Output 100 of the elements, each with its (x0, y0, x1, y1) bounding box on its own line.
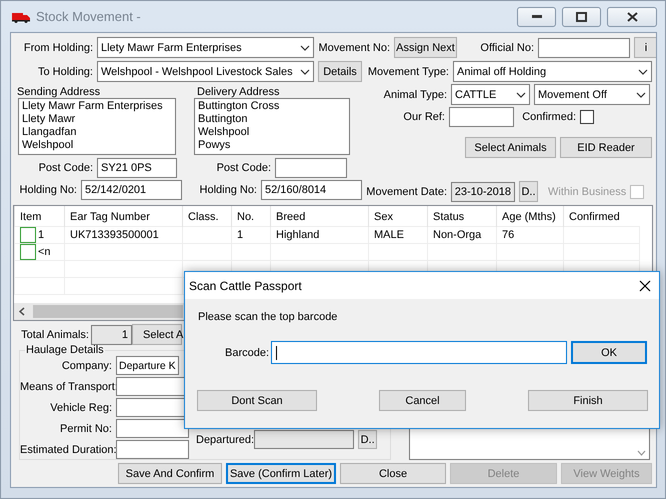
details-button[interactable]: Details (318, 61, 362, 82)
animal-type-dropdown[interactable]: CATTLE (451, 84, 530, 105)
table-cell: UK713393500001 (64, 226, 182, 243)
item-number: <n (38, 246, 51, 258)
action-button[interactable]: Save And Confirm (118, 463, 222, 484)
dialog-button[interactable]: Dont Scan (197, 390, 317, 411)
window-title: Stock Movement - (36, 9, 142, 24)
field-label: To Holding: (36, 66, 93, 78)
maximize-icon (576, 12, 587, 22)
field-label: Movement Type: (366, 66, 449, 78)
date-picker-button[interactable]: D.. (519, 181, 538, 202)
close-icon[interactable] (639, 280, 651, 292)
holding-dropdown[interactable]: Welshpool - Welshpool Livestock Sales (97, 61, 314, 82)
eid-reader-button[interactable]: EID Reader (560, 137, 652, 158)
holding-no-field[interactable]: 52/160/8014 (261, 180, 362, 200)
barcode-field[interactable] (271, 341, 568, 364)
column-header[interactable]: Item (14, 206, 64, 226)
column-header[interactable]: No. (232, 206, 270, 226)
column-header[interactable]: Ear Tag Number (64, 206, 182, 226)
date-field[interactable]: 23-10-2018 (451, 182, 515, 202)
field-label: From Holding: (22, 42, 93, 54)
scroll-left-icon[interactable] (19, 307, 25, 316)
column-header[interactable]: Sex (368, 206, 428, 226)
section-label: Sending Address (17, 86, 102, 98)
close-icon (626, 12, 638, 22)
dialog-message: Please scan the top barcode (198, 311, 338, 323)
section-label: Delivery Address (197, 86, 280, 98)
direction-dropdown[interactable]: Movement Off (534, 84, 650, 105)
table-cell: Highland (270, 226, 368, 243)
dialog-button[interactable]: Cancel (379, 390, 466, 411)
haulage-field[interactable]: Departure K (116, 356, 179, 375)
row-checkbox[interactable] (20, 226, 36, 242)
address-line: Powys (198, 139, 232, 152)
official-no-field[interactable] (538, 38, 630, 58)
column-header[interactable]: Age (Mths) (496, 206, 564, 226)
field-label: Movement Date: (365, 186, 447, 198)
scroll-down-icon[interactable] (637, 450, 646, 456)
field-label: Post Code: (216, 162, 271, 174)
haulage-field[interactable] (116, 419, 189, 438)
dialog-title: Scan Cattle Passport (189, 278, 302, 292)
address-line: Welshpool (22, 139, 74, 152)
date-picker-button[interactable]: D.. (358, 430, 378, 449)
column-header[interactable]: Status (428, 206, 496, 226)
maximize-button[interactable] (562, 6, 601, 26)
table-cell: Non-Orga (428, 226, 496, 243)
total-animals-field: 1 (91, 324, 132, 344)
chevron-down-icon (300, 44, 310, 50)
field-label: Within Business (548, 186, 626, 198)
chevron-down-icon (516, 92, 526, 98)
address-line: Llety Mawr Farm Enterprises (22, 100, 164, 113)
address-line: Welshpool (198, 126, 250, 139)
action-button[interactable]: Close (340, 463, 446, 484)
group-label: Haulage Details (25, 345, 105, 356)
address-line: Llety Mawr (22, 113, 76, 126)
chevron-down-icon (638, 68, 648, 74)
field-label: Departured: (196, 434, 254, 446)
select-animals-button[interactable]: Select A (132, 324, 182, 345)
departure-time-field[interactable] (254, 430, 354, 449)
chevron-down-icon (636, 92, 646, 98)
our-ref-field[interactable] (449, 107, 514, 127)
movement-type-dropdown[interactable]: Animal off Holding (453, 61, 652, 82)
post-code-field[interactable]: SY21 0PS (97, 158, 177, 178)
address-line: Buttington Cross (198, 100, 280, 113)
column-header[interactable]: Confirmed (564, 206, 640, 226)
close-button[interactable] (607, 6, 657, 26)
column-header[interactable]: Class. (182, 206, 232, 226)
field-label: Total Animals: (20, 328, 89, 340)
minimize-icon (532, 14, 542, 18)
text-cursor (276, 346, 278, 360)
item-number: 1 (38, 228, 44, 240)
address-line: Llangadfan (22, 126, 78, 139)
holding-no-field[interactable]: 52/142/0201 (81, 180, 182, 200)
ok-button[interactable]: OK (571, 341, 648, 364)
field-label: Post Code: (38, 162, 93, 174)
assign-next-button[interactable]: Assign Next (394, 37, 457, 58)
table-cell: 76 (496, 226, 564, 243)
address-box[interactable]: Llety Mawr Farm Enterprises Llety Mawr Llangadfan Welshpool (18, 98, 176, 155)
dialog-button[interactable]: Finish (528, 390, 648, 411)
field-label: Vehicle Reg: (49, 402, 112, 414)
field-label: Holding No: (198, 184, 257, 196)
field-label: Permit No: (59, 422, 112, 434)
field-label: Holding No: (19, 184, 77, 196)
address-line: Buttington (198, 113, 249, 126)
haulage-field[interactable] (116, 440, 189, 459)
info-button[interactable]: i (634, 37, 656, 58)
table-cell: 1 (232, 226, 270, 243)
select-animals-button[interactable]: Select Animals (465, 137, 556, 158)
action-button[interactable]: Save (Confirm Later) (226, 463, 336, 484)
column-header[interactable]: Breed (270, 206, 368, 226)
row-checkbox[interactable] (20, 244, 36, 260)
field-label: Movement No: (318, 42, 390, 54)
field-label: Our Ref: (402, 111, 445, 123)
truck-icon (12, 10, 30, 22)
confirmed-checkbox[interactable] (580, 110, 594, 124)
field-label: Confirmed: (521, 111, 576, 123)
holding-dropdown[interactable]: Llety Mawr Farm Enterprises (97, 37, 314, 58)
address-box[interactable]: Buttington Cross Buttington Welshpool Powys (194, 98, 350, 155)
post-code-field[interactable] (275, 158, 347, 178)
minimize-button[interactable] (517, 6, 556, 26)
table-cell: MALE (368, 226, 428, 243)
